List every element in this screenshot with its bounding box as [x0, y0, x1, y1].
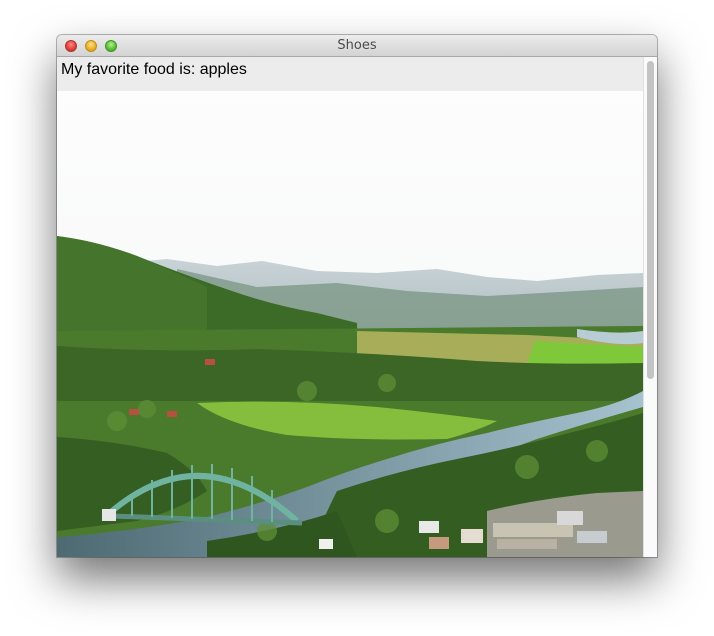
content-area: My favorite food is: apples — [57, 57, 643, 557]
landscape-image — [57, 91, 643, 557]
window-title: Shoes — [337, 38, 377, 53]
scrollbar-thumb[interactable] — [647, 61, 654, 379]
title-bar[interactable]: Shoes — [57, 35, 657, 57]
favorite-food-text: My favorite food is: apples — [61, 61, 247, 78]
vertical-scrollbar[interactable] — [643, 57, 657, 557]
app-window: Shoes My favorite food is: apples — [57, 35, 657, 557]
